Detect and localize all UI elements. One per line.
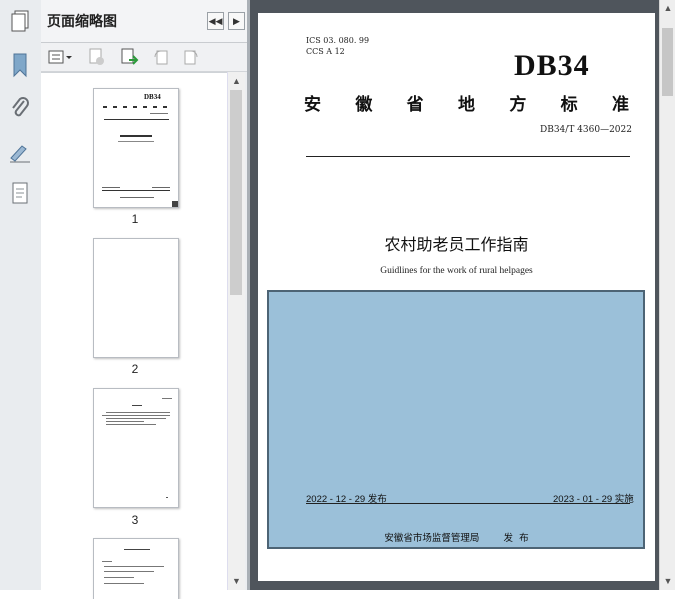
document-subtitle: Guidlines for the work of rural helpages: [380, 266, 533, 276]
standard-number: DB34/T 4360—2022: [540, 125, 632, 135]
divider: [306, 156, 630, 157]
thumbnail-toolbar: [41, 43, 247, 72]
thumbnail-scroll-thumb[interactable]: [230, 90, 242, 295]
thumbnail-label-1: 1: [131, 212, 139, 226]
thumbnail-page-1-selector[interactable]: [172, 201, 178, 207]
options-menu-icon[interactable]: [47, 48, 75, 66]
panel-header: 页面缩略图 ◀◀ ▶: [41, 0, 247, 43]
title-char: 地: [457, 95, 475, 115]
ccs-code: CCS A 12: [306, 47, 345, 56]
layers-icon[interactable]: [6, 178, 34, 208]
classification-codes: ICS 03. 080. 99 CCS A 12: [306, 35, 369, 57]
highlight-overlay: [267, 290, 645, 549]
scroll-up-icon[interactable]: ▲: [231, 75, 242, 87]
scroll-down-icon[interactable]: ▼: [662, 575, 674, 587]
document-title: 农村助老员工作指南: [384, 235, 529, 254]
prev-icon[interactable]: ◀◀: [207, 12, 224, 30]
thumbnail-page-3[interactable]: [93, 388, 179, 508]
signature-icon[interactable]: [6, 137, 34, 167]
next-icon[interactable]: ▶: [228, 12, 245, 30]
attachment-icon[interactable]: [6, 93, 34, 123]
document-view: ICS 03. 080. 99 CCS A 12 DB34 安 徽 省 地 方 …: [250, 0, 659, 590]
scroll-down-icon[interactable]: ▼: [231, 575, 242, 587]
document-scrollbar[interactable]: ▲ ▼: [659, 0, 675, 590]
thumbnail-panel: 页面缩略图 ◀◀ ▶ DB34 1 2 3 ▲ ▼: [41, 0, 247, 599]
issuer: 安徽省市场监督管理局 发 布: [384, 533, 529, 544]
divider: [306, 503, 630, 504]
thumbnail-list: DB34 1 2 3: [41, 72, 227, 599]
rotate-cw-icon[interactable]: [181, 48, 201, 66]
page-thumbnails-icon[interactable]: [6, 6, 34, 36]
delete-page-icon[interactable]: [87, 48, 107, 66]
rotate-ccw-icon[interactable]: [151, 48, 171, 66]
title-char: 省: [406, 95, 424, 115]
title-char: 徽: [355, 95, 373, 115]
insert-page-icon[interactable]: [119, 48, 141, 66]
panel-title: 页面缩略图: [47, 14, 117, 30]
title-char: 安: [304, 95, 321, 115]
title-char: 方: [509, 95, 527, 115]
thumb1-logo: DB34: [144, 93, 161, 101]
document-scroll-thumb[interactable]: [662, 28, 673, 96]
scroll-up-icon[interactable]: ▲: [662, 2, 674, 14]
title-char: 标: [560, 95, 578, 115]
document-page: ICS 03. 080. 99 CCS A 12 DB34 安 徽 省 地 方 …: [258, 13, 655, 581]
thumbnail-label-3: 3: [131, 513, 139, 527]
thumbnail-page-1[interactable]: DB34: [93, 88, 179, 208]
title-char: 准: [611, 95, 629, 115]
standard-category-title: 安 徽 省 地 方 标 准: [304, 90, 629, 115]
bookmark-icon[interactable]: [6, 50, 34, 80]
thumbnail-scrollbar[interactable]: ▲ ▼: [227, 72, 245, 590]
thumbnail-page-2[interactable]: [93, 238, 179, 358]
standard-logo: DB34: [514, 49, 590, 82]
navigation-rail: [0, 0, 42, 590]
thumbnail-label-2: 2: [131, 362, 139, 376]
ics-code: ICS 03. 080. 99: [306, 36, 370, 45]
